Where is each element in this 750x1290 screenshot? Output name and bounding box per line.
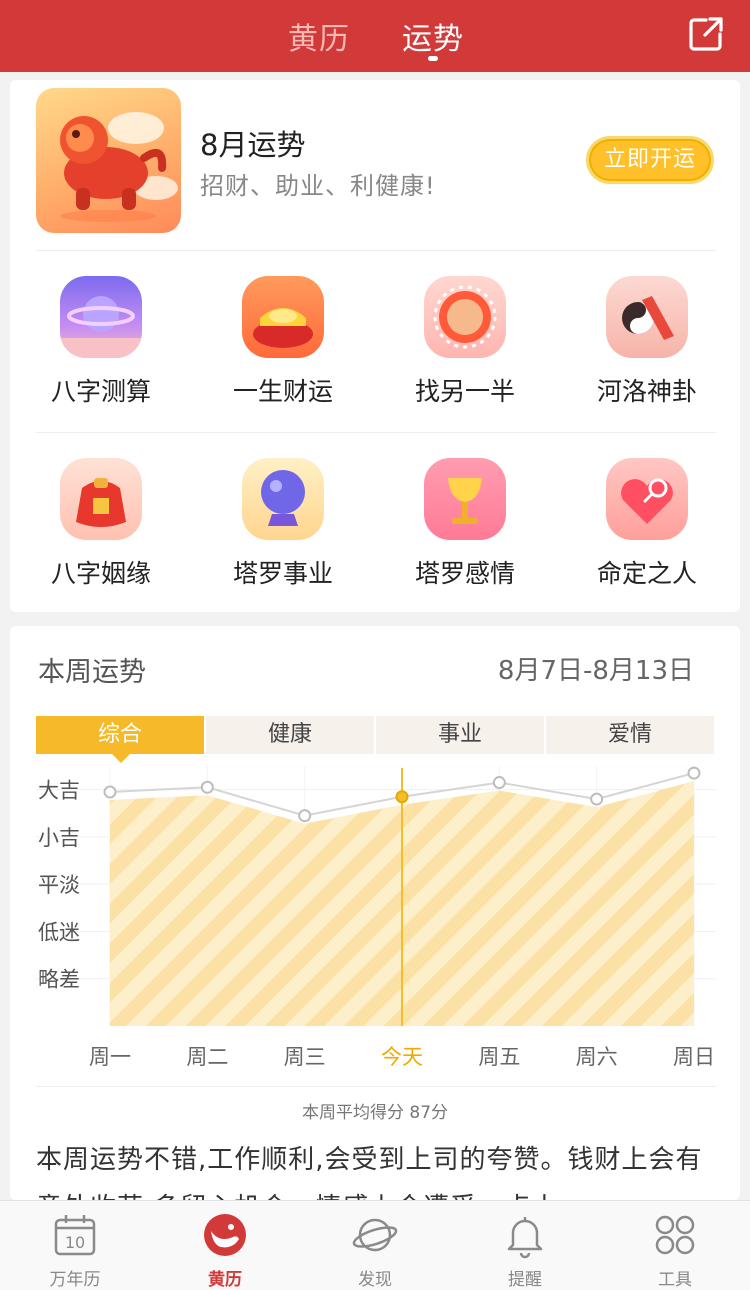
banner-title: 8月运势: [200, 128, 306, 162]
nav-tixing[interactable]: 提醒: [450, 1201, 600, 1290]
planet-outline-icon: [352, 1218, 398, 1252]
flower-heart-icon: [424, 276, 506, 358]
service-label: 塔罗事业: [232, 559, 333, 588]
nav-label: 发现: [358, 1270, 392, 1290]
weekly-fortune-card: 本周运势 8月7日-8月13日 综合 健康 事业 爱情 大吉小吉平淡低迷略差周一…: [10, 626, 740, 1223]
y-level-label: 小吉: [38, 826, 80, 850]
planet-icon: [60, 276, 142, 358]
bell-icon: [507, 1217, 543, 1259]
x-tick-label: 周二: [186, 1045, 228, 1069]
service-label: 命定之人: [596, 559, 697, 588]
svg-text:10: 10: [65, 1233, 85, 1252]
data-point: [200, 780, 214, 794]
service-yisheng-caiyun[interactable]: 一生财运: [192, 276, 374, 436]
nav-label: 提醒: [508, 1270, 542, 1290]
nav-wannianli[interactable]: 10 万年历: [0, 1201, 150, 1290]
calendar-10-icon: 10: [54, 1215, 96, 1256]
service-zhao-lingyiban[interactable]: 找另一半: [374, 276, 556, 436]
divider: [36, 1086, 716, 1087]
share-external-icon[interactable]: [686, 14, 726, 54]
tab-pointer: [112, 754, 130, 763]
service-label: 一生财运: [232, 377, 333, 406]
data-point: [492, 776, 506, 790]
nav-faxian[interactable]: 发现: [300, 1201, 450, 1290]
service-taluo-ganqing[interactable]: 塔罗感情: [374, 458, 556, 618]
weekly-title: 本周运势: [38, 657, 146, 688]
crystal-ball-icon: [242, 458, 324, 540]
tab-yunshi[interactable]: 运势: [402, 14, 464, 58]
nav-label: 工具: [658, 1270, 692, 1290]
service-bazi-yinyuan[interactable]: 八字姻缘: [10, 458, 192, 618]
heart-magnifier-icon: [606, 458, 688, 540]
grid-circles-icon: [655, 1215, 695, 1255]
tab-aiqing[interactable]: 爱情: [546, 716, 714, 754]
service-bazi-cesuan[interactable]: 八字测算: [10, 276, 192, 436]
nav-gongju[interactable]: 工具: [600, 1201, 750, 1290]
y-level-label: 略差: [38, 968, 80, 992]
service-label: 八字测算: [50, 377, 151, 406]
tab-shiye[interactable]: 事业: [376, 716, 544, 754]
data-point: [395, 790, 409, 804]
x-tick-label: 周三: [284, 1045, 326, 1069]
y-level-label: 大吉: [38, 779, 80, 803]
weekly-average-score: 本周平均得分 87分: [301, 1103, 449, 1123]
x-tick-label: 今天: [381, 1045, 423, 1069]
nav-label: 黄历: [208, 1270, 242, 1290]
banner-subtitle: 招财、助业、利健康!: [200, 172, 436, 200]
nav-huangli[interactable]: 黄历: [150, 1201, 300, 1290]
data-point: [590, 792, 604, 806]
tab-zonghe[interactable]: 综合: [36, 716, 204, 754]
top-navigation-bar: 黄历 运势: [0, 0, 750, 72]
nav-label: 万年历: [49, 1270, 101, 1290]
x-tick-label: 周六: [576, 1045, 618, 1069]
weekly-date-range: 8月7日-8月13日: [497, 656, 694, 686]
service-label: 找另一半: [414, 377, 515, 406]
data-point: [687, 766, 701, 780]
double-happiness-bag-icon: [60, 458, 142, 540]
golden-cup-icon: [424, 458, 506, 540]
y-level-label: 低迷: [38, 920, 80, 944]
service-heluo-shengua[interactable]: 河洛神卦: [556, 276, 738, 436]
service-mingding-zhiren[interactable]: 命定之人: [556, 458, 738, 618]
lion-mascot-icon[interactable]: [36, 88, 181, 233]
bottom-navigation: 10 万年历 黄历 发现 提醒 工具: [0, 1200, 750, 1290]
start-luck-button[interactable]: 立即开运: [586, 136, 714, 184]
gold-ingot-icon: [242, 276, 324, 358]
x-tick-label: 周日: [673, 1045, 715, 1069]
fortune-services-card: 8月运势 招财、助业、利健康! 立即开运 八字测算 一生财运 找另一半 河洛神卦…: [10, 80, 740, 612]
active-tab-indicator: [428, 56, 438, 61]
data-point: [103, 785, 117, 799]
service-label: 八字姻缘: [50, 559, 151, 588]
yin-yang-scroll-icon: [606, 276, 688, 358]
tab-huangli[interactable]: 黄历: [288, 14, 350, 58]
x-tick-label: 周五: [478, 1045, 520, 1069]
y-level-label: 平淡: [38, 873, 80, 897]
service-taluo-shiye[interactable]: 塔罗事业: [192, 458, 374, 618]
yin-yang-red-icon: [204, 1214, 246, 1256]
divider: [36, 432, 716, 433]
weekly-fortune-chart: 大吉小吉平淡低迷略差周一 周二 周三 今天 周五 周六 周日: [36, 766, 716, 1069]
x-tick-label: 周一: [89, 1045, 131, 1069]
service-label: 塔罗感情: [414, 559, 515, 588]
service-label: 河洛神卦: [596, 377, 697, 406]
data-point: [298, 809, 312, 823]
tab-jiankang[interactable]: 健康: [206, 716, 374, 754]
divider: [36, 250, 716, 251]
